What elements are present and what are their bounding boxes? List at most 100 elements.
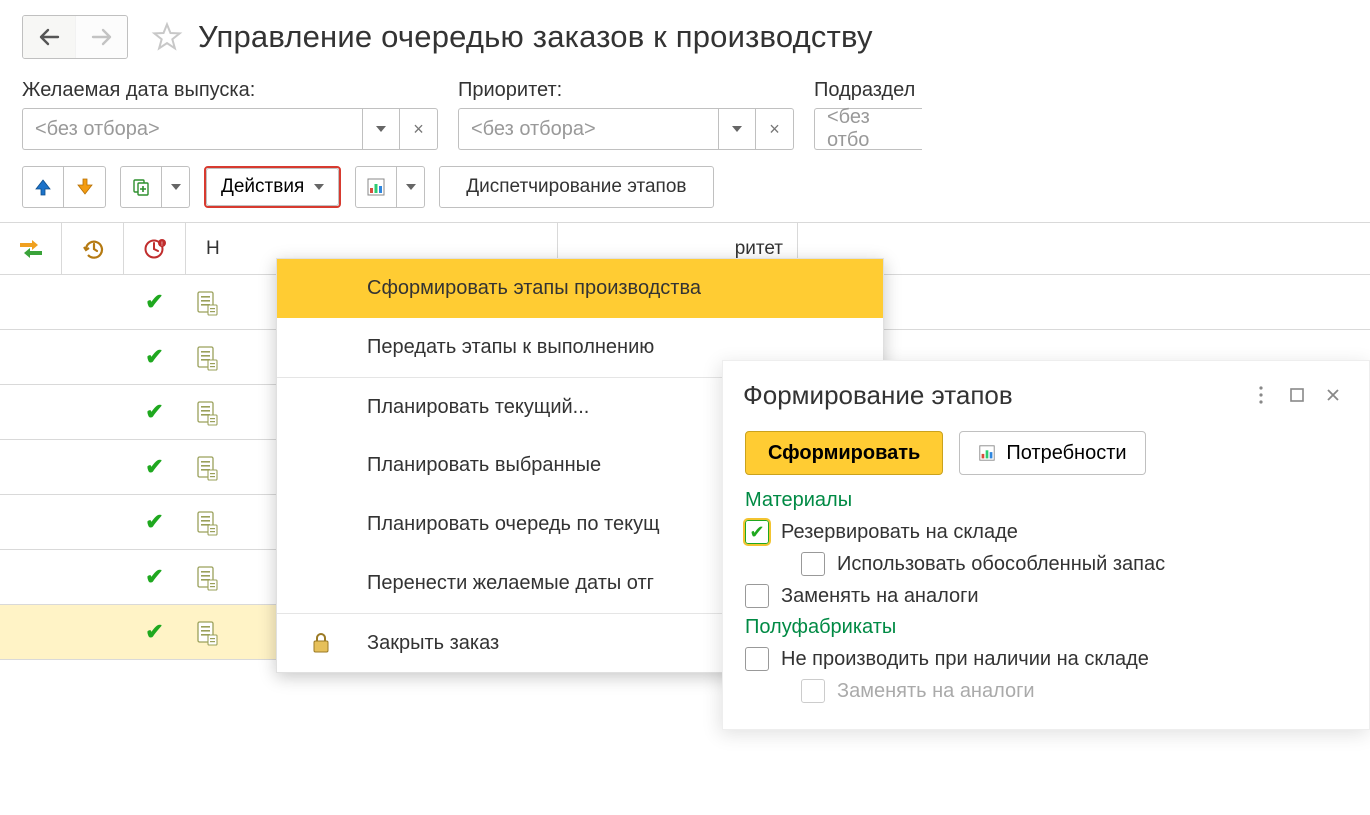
document-icon (196, 620, 216, 644)
section-materials: Материалы (745, 489, 1347, 512)
chk-isolated[interactable] (801, 552, 825, 576)
chk-analog2-row: Заменять на аналоги (745, 679, 1347, 703)
popup-close-button[interactable] (1315, 377, 1351, 413)
popup-more-button[interactable] (1243, 377, 1279, 413)
chk-noproduce-label: Не производить при наличии на складе (781, 648, 1149, 671)
popup-submit-button[interactable]: Сформировать (745, 431, 943, 475)
col-header-clock[interactable]: ! (124, 223, 186, 274)
chart-button-group (355, 166, 425, 208)
chevron-down-icon (314, 184, 324, 190)
more-vertical-icon (1253, 385, 1269, 405)
clear-x-icon: × (769, 119, 780, 140)
checkmark-icon: ✔ (145, 564, 163, 590)
toolbar: Действия Диспетчирование этапов (0, 150, 1370, 222)
maximize-icon (1289, 387, 1305, 403)
filter-date-dropdown-button[interactable] (362, 108, 400, 150)
popup-maximize-button[interactable] (1279, 377, 1315, 413)
document-icon (196, 565, 216, 589)
filter-priority-dropdown-button[interactable] (718, 108, 756, 150)
arrow-up-blue-icon (33, 177, 53, 197)
arrow-down-orange-icon (75, 177, 95, 197)
col-header-transfer[interactable] (0, 223, 62, 274)
checkmark-icon: ✔ (145, 454, 163, 480)
checkmark-icon: ✔ (145, 399, 163, 425)
document-icon (196, 400, 216, 424)
copy-dropdown-button[interactable] (162, 166, 190, 208)
forward-button[interactable] (75, 16, 127, 58)
filter-priority: Приоритет: <без отбора> × (458, 79, 794, 150)
close-icon (1325, 387, 1341, 403)
filter-division: Подраздел <без отбо (814, 79, 922, 150)
popup-body: Сформировать Потребности Материалы Резер… (723, 427, 1369, 729)
filter-division-label: Подраздел (814, 79, 922, 102)
move-buttons (22, 166, 106, 208)
chk-noproduce-row: Не производить при наличии на складе (745, 647, 1347, 671)
filter-date-label: Желаемая дата выпуска: (22, 79, 438, 102)
dispatch-stages-label: Диспетчирование этапов (466, 176, 686, 198)
chk-analog1-label: Заменять на аналоги (781, 585, 979, 608)
actions-button[interactable]: Действия (206, 168, 339, 206)
filter-priority-clear-button[interactable]: × (756, 108, 794, 150)
form-stages-popup: Формирование этапов Сформировать Потребн… (722, 360, 1370, 730)
chart-button[interactable] (355, 166, 397, 208)
top-bar: Управление очередью заказов к производст… (0, 0, 1370, 69)
document-icon (196, 510, 216, 534)
chk-analog1-row: Заменять на аналоги (745, 584, 1347, 608)
checkmark-icon: ✔ (145, 509, 163, 535)
filter-date-clear-button[interactable]: × (400, 108, 438, 150)
clock-alert-icon: ! (143, 237, 167, 261)
chk-analog2 (801, 679, 825, 703)
chevron-down-icon (376, 126, 386, 132)
dispatch-stages-button[interactable]: Диспетчирование этапов (439, 166, 713, 208)
actions-button-label: Действия (221, 176, 304, 198)
lock-icon (311, 632, 331, 654)
dd-form-stages[interactable]: Сформировать этапы производства (277, 259, 883, 318)
filter-date-value[interactable]: <без отбора> (22, 108, 362, 150)
copy-button-group (120, 166, 190, 208)
nav-arrows (22, 15, 128, 59)
chart-dropdown-button[interactable] (397, 166, 425, 208)
favorite-star-icon[interactable] (150, 20, 184, 54)
filter-bar: Желаемая дата выпуска: <без отбора> × Пр… (0, 69, 1370, 150)
popup-header: Формирование этапов (723, 361, 1369, 427)
document-icon (196, 290, 216, 314)
arrow-right-icon (91, 28, 113, 46)
bar-chart-icon (978, 444, 996, 462)
transfer-icon (18, 237, 44, 261)
chk-reserve-row: Резервировать на складе (745, 520, 1347, 544)
filter-priority-value[interactable]: <без отбора> (458, 108, 718, 150)
document-icon (196, 345, 216, 369)
checkmark-icon: ✔ (145, 619, 163, 645)
chk-reserve-label: Резервировать на складе (781, 521, 1018, 544)
chk-analog1[interactable] (745, 584, 769, 608)
popup-title: Формирование этапов (743, 380, 1243, 411)
filter-date: Желаемая дата выпуска: <без отбора> × (22, 79, 438, 150)
checkmark-icon: ✔ (145, 289, 163, 315)
chk-analog2-label: Заменять на аналоги (837, 680, 1035, 703)
chk-noproduce[interactable] (745, 647, 769, 671)
chevron-down-icon (406, 184, 416, 190)
filter-priority-label: Приоритет: (458, 79, 794, 102)
chk-isolated-row: Использовать обособленный запас (745, 552, 1347, 576)
copy-icon (131, 177, 151, 197)
section-semi: Полуфабрикаты (745, 616, 1347, 639)
document-icon (196, 455, 216, 479)
checkmark-icon: ✔ (145, 344, 163, 370)
clear-x-icon: × (413, 119, 424, 140)
chk-reserve[interactable] (745, 520, 769, 544)
back-button[interactable] (23, 16, 75, 58)
move-down-button[interactable] (64, 166, 106, 208)
bar-chart-icon (366, 177, 386, 197)
move-up-button[interactable] (22, 166, 64, 208)
copy-button[interactable] (120, 166, 162, 208)
history-icon (81, 237, 105, 261)
popup-needs-button[interactable]: Потребности (959, 431, 1145, 475)
arrow-left-icon (38, 28, 60, 46)
page-title: Управление очередью заказов к производст… (198, 19, 873, 55)
chk-isolated-label: Использовать обособленный запас (837, 553, 1165, 576)
actions-button-highlight: Действия (204, 166, 341, 208)
chevron-down-icon (171, 184, 181, 190)
col-header-history[interactable] (62, 223, 124, 274)
chevron-down-icon (732, 126, 742, 132)
filter-division-value[interactable]: <без отбо (814, 108, 922, 150)
